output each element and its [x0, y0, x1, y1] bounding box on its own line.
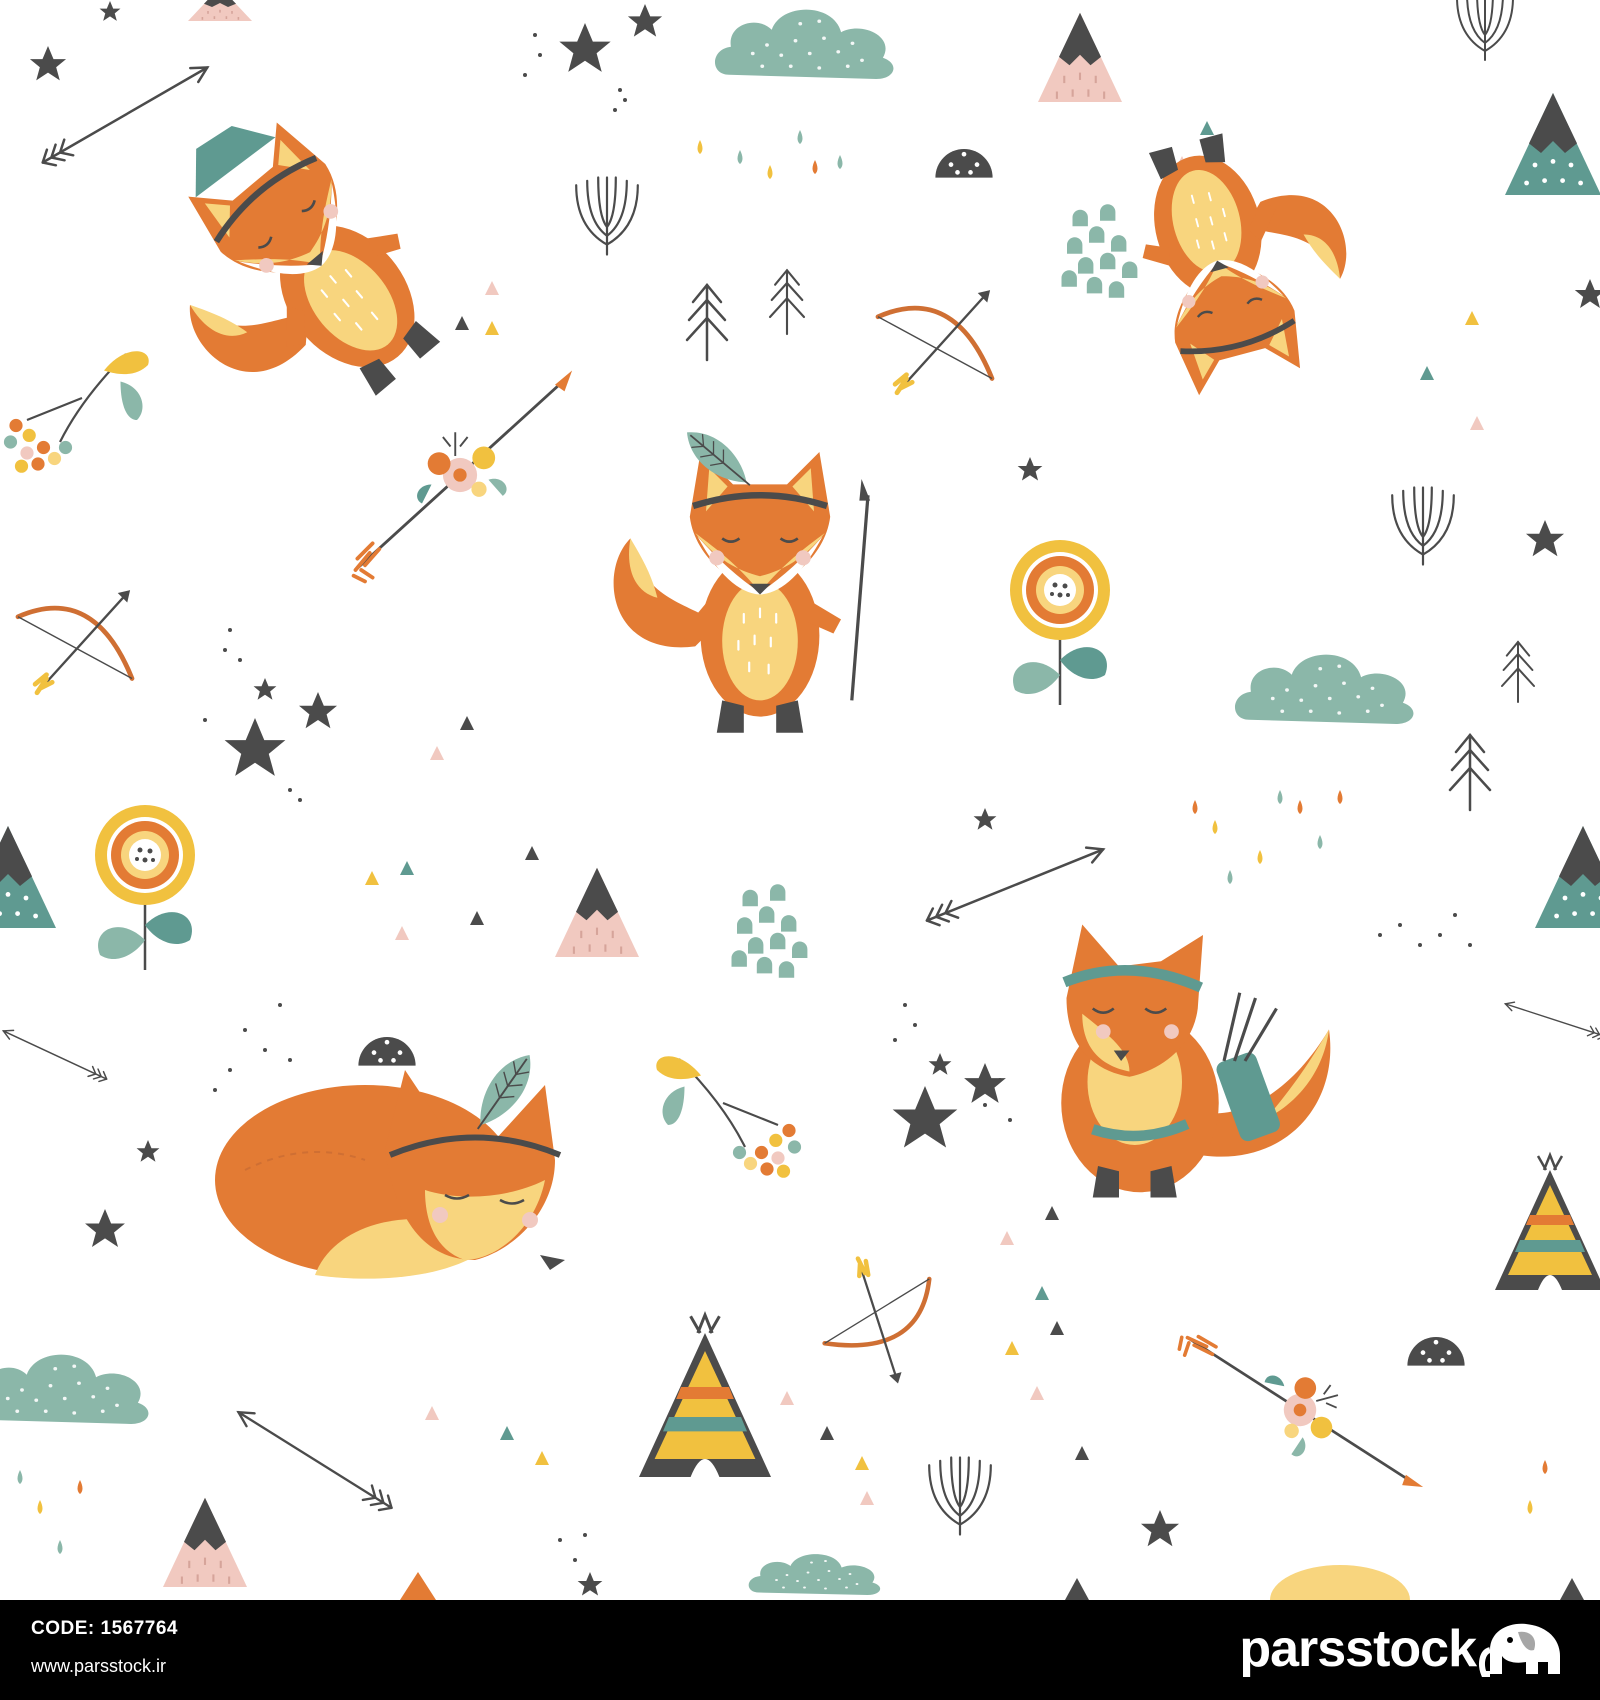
site-url[interactable]: www.parsstock.ir: [31, 1656, 166, 1677]
code-label: CODE:: [31, 1618, 95, 1639]
stage: CODE: 1567764 www.parsstock.ir parsstock: [0, 0, 1600, 1700]
brand-name: parsstock: [1239, 1620, 1477, 1678]
code-value: 1567764: [100, 1618, 178, 1639]
elephant-logo-icon: [1479, 1623, 1560, 1677]
image-code: CODE: 1567764: [31, 1618, 178, 1640]
stock-footer: CODE: 1567764 www.parsstock.ir parsstock: [0, 1600, 1600, 1700]
brand-logo: parsstock: [1239, 1616, 1568, 1682]
fox-pattern-illustration: [0, 0, 1600, 1600]
